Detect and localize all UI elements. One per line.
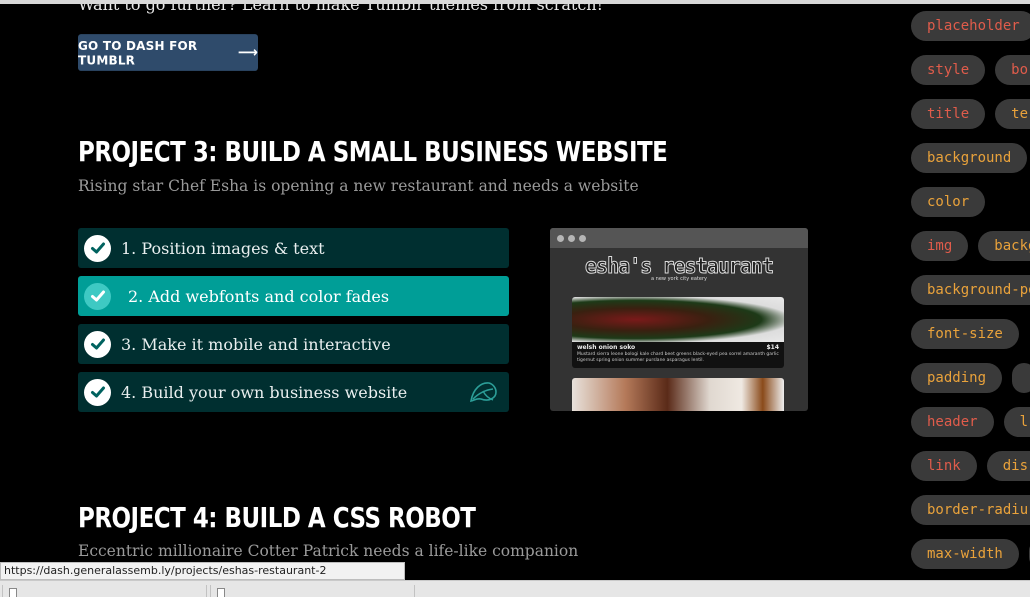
restaurant-preview-thumbnail[interactable]: esha's restaurant a new york city eatery… (550, 228, 808, 411)
tag-pill[interactable]: font-size (911, 319, 1019, 349)
dish-photo (572, 297, 784, 342)
step-label: 4. Build your own business website (121, 382, 408, 402)
project3-steps: 1. Position images & text 2. Add webfont… (78, 228, 509, 420)
arrow-right-icon: ⟶ (237, 44, 258, 61)
tag-row: img backg (911, 231, 1030, 261)
project4-title: PROJECT 4: BUILD A CSS ROBOT (78, 501, 476, 534)
tag-pill[interactable]: max-width (911, 539, 1019, 569)
step-2[interactable]: 2. Add webfonts and color fades (78, 276, 509, 316)
download-item[interactable] (210, 585, 415, 597)
downloads-bar (0, 580, 1030, 597)
file-icon (217, 588, 225, 597)
project3-title: PROJECT 3: BUILD A SMALL BUSINESS WEBSIT… (78, 135, 668, 168)
step-label: 3. Make it mobile and interactive (121, 334, 391, 354)
step-3[interactable]: 3. Make it mobile and interactive (78, 324, 509, 364)
go-to-dash-label: GO TO DASH FOR TUMBLR (78, 37, 198, 68)
tag-row: title te (911, 99, 1030, 129)
project4-subtitle: Eccentric millionaire Cotter Patrick nee… (78, 542, 579, 560)
main-content: Want to go further? Learn to make Tumblr… (0, 4, 900, 580)
dish-description: Mustard sierra leone bologi kale chard b… (577, 352, 779, 363)
step-label: 1. Position images & text (121, 238, 325, 258)
tag-row: background (911, 143, 1028, 173)
css-tags-sidebar: placeholder style bo title te background… (900, 4, 1030, 580)
tag-pill[interactable]: padding (911, 363, 1003, 393)
check-icon (84, 378, 111, 406)
preview-window-bar (550, 228, 808, 248)
tag-row: placeholder (911, 11, 1030, 41)
dish-card: welsh onion soko $14 Mustard sierra leon… (572, 297, 784, 368)
check-icon (84, 330, 111, 358)
tag-row: padding (911, 363, 1030, 393)
project3-subtitle: Rising star Chef Esha is opening a new r… (78, 177, 639, 195)
step-1[interactable]: 1. Position images & text (78, 228, 509, 268)
tag-row: border-radiu (911, 495, 1030, 525)
tag-pill[interactable] (1012, 363, 1030, 393)
download-item[interactable] (2, 585, 207, 597)
tag-pill[interactable]: background (911, 143, 1028, 173)
dish-name: welsh onion soko (577, 344, 636, 351)
tag-pill[interactable]: backg (978, 231, 1030, 261)
restaurant-name: esha's restaurant (584, 254, 775, 279)
step-label: 2. Add webfonts and color fades (128, 286, 390, 306)
tag-pill[interactable]: border-radiu (911, 495, 1030, 525)
tag-row: header l (911, 407, 1030, 437)
tag-pill[interactable]: img (911, 231, 969, 261)
tag-row: background-po (911, 275, 1030, 305)
tag-pill[interactable]: te (995, 99, 1030, 129)
tag-pill[interactable]: placeholder (911, 11, 1030, 41)
step-4[interactable]: 4. Build your own business website (78, 372, 509, 412)
check-icon (84, 282, 111, 310)
tag-row: max-width (911, 539, 1030, 569)
dish-photo-2 (572, 378, 784, 411)
window-dot-icon (557, 234, 564, 242)
tag-row: style bo (911, 55, 1030, 85)
tag-pill[interactable]: background-po (911, 275, 1030, 305)
file-icon (9, 588, 17, 597)
dish-price: $14 (766, 344, 779, 351)
tumblr-intro-text: Want to go further? Learn to make Tumblr… (78, 4, 604, 14)
tag-pill[interactable]: title (911, 99, 986, 129)
tag-pill[interactable]: header (911, 407, 994, 437)
tag-pill[interactable]: dis (986, 451, 1030, 481)
window-dot-icon (568, 234, 575, 242)
leaf-icon (467, 379, 499, 409)
status-bar-url: https://dash.generalassemb.ly/projects/e… (0, 562, 405, 580)
tag-pill[interactable]: style (911, 55, 986, 85)
tag-pill[interactable]: l (1003, 407, 1030, 437)
tag-row: font-size (911, 319, 1019, 349)
tag-row: link dis (911, 451, 1030, 481)
tag-pill[interactable]: link (911, 451, 977, 481)
tag-pill[interactable]: color (911, 187, 986, 217)
check-icon (84, 234, 111, 262)
tag-pill[interactable]: bo (995, 55, 1030, 85)
window-dot-icon (579, 234, 586, 242)
go-to-dash-button[interactable]: GO TO DASH FOR TUMBLR ⟶ (78, 34, 258, 71)
tag-row: color (911, 187, 986, 217)
